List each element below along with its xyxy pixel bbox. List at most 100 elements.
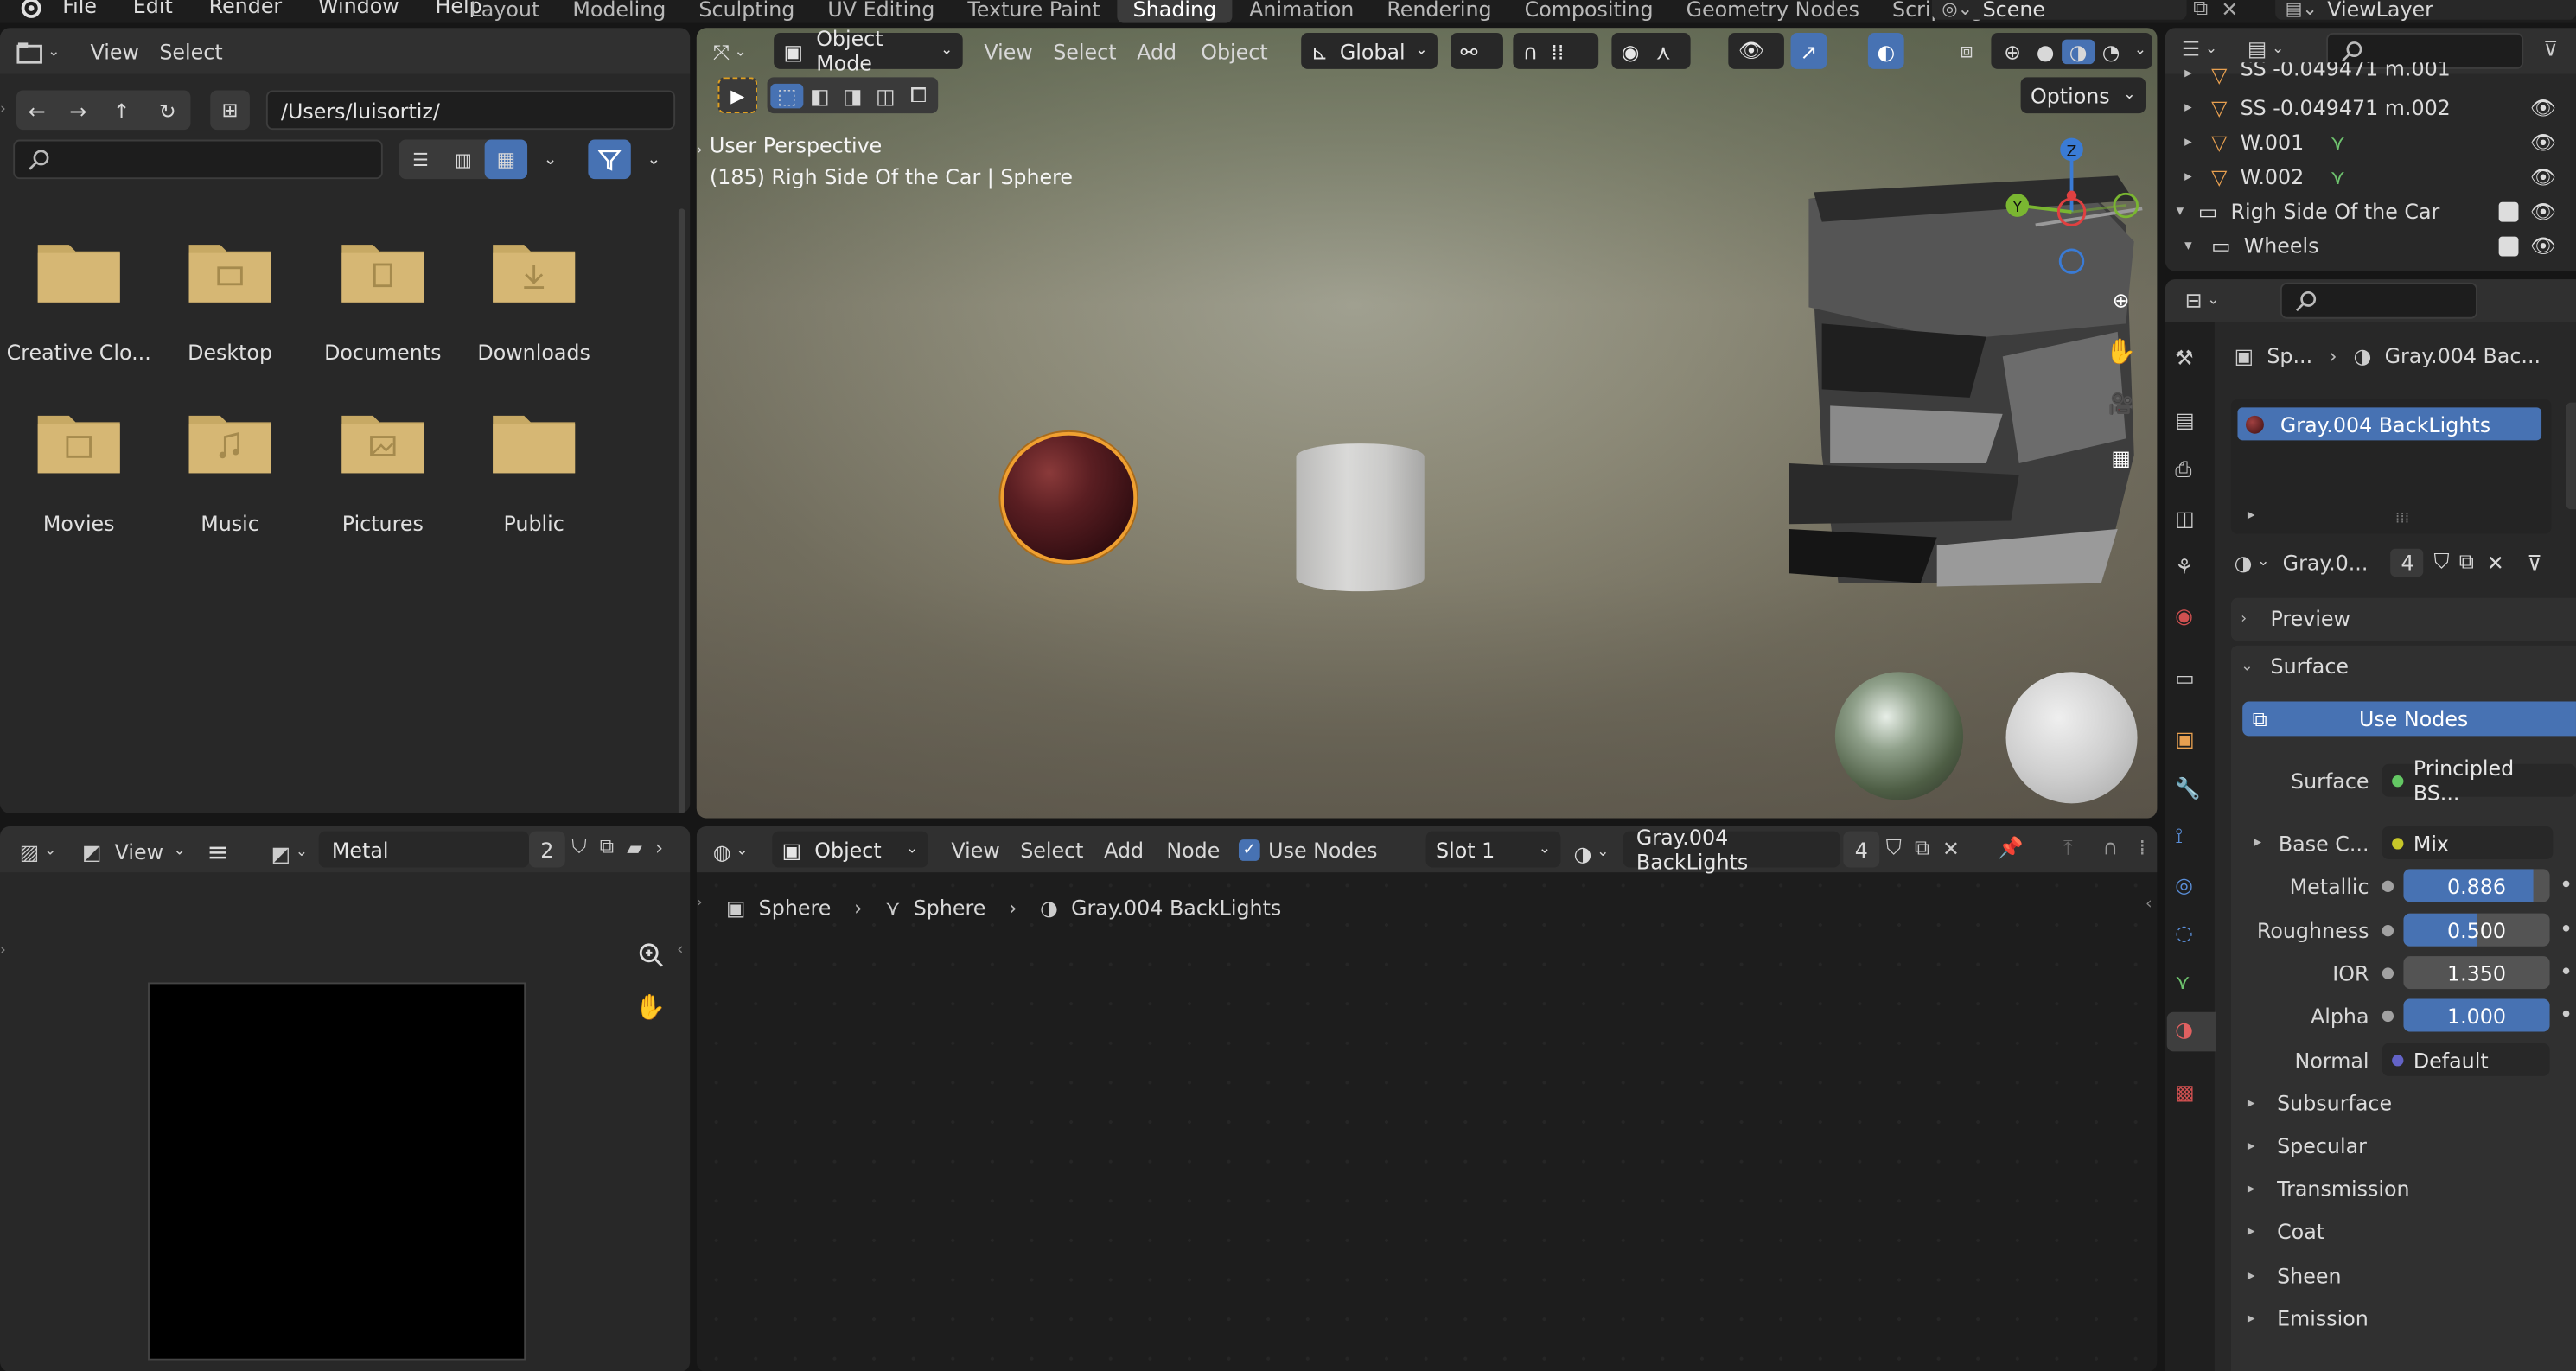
menu-file[interactable]: File	[62, 0, 97, 17]
properties-editor-type[interactable]: ⊟ ⌄	[2185, 288, 2220, 313]
ne-menu-add[interactable]: Add	[1104, 838, 1144, 863]
viewport-pan-button[interactable]: ✋	[2101, 332, 2141, 372]
hamburger-menu-icon[interactable]: ≡	[207, 836, 228, 867]
material-slot-dropdown[interactable]: Slot 1 ⌄	[1425, 831, 1561, 868]
world-tab-icon[interactable]: ◉	[2175, 603, 2204, 632]
vertical-list-button[interactable]: ☰	[399, 140, 442, 180]
texture-tab-icon[interactable]: ▩	[2175, 1080, 2204, 1109]
subsurface-subpanel[interactable]: ▸ Subsurface	[2248, 1091, 2392, 1116]
proportional-edit[interactable]: ◉ ⋏	[1611, 33, 1691, 69]
overlay-toggle[interactable]: ◐	[1867, 33, 1904, 69]
tool-tab-icon[interactable]: ⚒	[2175, 345, 2204, 374]
rendered-shading-icon[interactable]: ◔	[2095, 39, 2127, 64]
horizontal-list-button[interactable]: ▥	[442, 140, 484, 180]
fb-menu-select[interactable]: Select	[159, 40, 222, 65]
expand-arrow[interactable]: ▸	[2235, 834, 2274, 851]
object-tab-icon[interactable]: ▣	[2175, 726, 2204, 756]
node-grid-icon[interactable]: ⁞	[2139, 834, 2146, 859]
editor-type-button[interactable]: ⌄	[16, 36, 66, 69]
outliner-row[interactable]: ▸ ▽ SS -0.049471 m.001	[2165, 62, 2576, 86]
image-sidebar-arrow[interactable]: ‹	[677, 941, 684, 960]
zoom-button[interactable]	[631, 934, 671, 974]
menu-window[interactable]: Window	[318, 0, 399, 17]
outliner-row[interactable]: ▸ ▽ SS -0.049471 m.002 👁	[2165, 91, 2576, 125]
tab-layout[interactable]: Layout	[454, 0, 557, 23]
image-browse-button[interactable]: ◩ ⌄	[271, 834, 308, 870]
ior-field[interactable]: 1.350	[2403, 956, 2550, 990]
coat-subpanel[interactable]: ▸ Coat	[2248, 1219, 2324, 1244]
node-editor[interactable]: ◍ ⌄ ▣ Object ⌄ View Select Add Node ✓ Use…	[696, 826, 2158, 1371]
tab-animation[interactable]: Animation	[1233, 0, 1370, 23]
cylinder-object[interactable]	[1296, 443, 1425, 592]
select-tool-button[interactable]: ▶	[717, 77, 758, 114]
fb-menu-view[interactable]: View	[91, 40, 139, 65]
render-tab-icon[interactable]: ▤	[2175, 407, 2204, 437]
pan-button[interactable]: ✋	[631, 987, 671, 1027]
thumbnails-button[interactable]: ▦	[484, 139, 528, 180]
use-nodes-button[interactable]: ⧉ Use Nodes	[2242, 701, 2576, 737]
ne-menu-view[interactable]: View	[951, 838, 999, 863]
blender-logo-icon[interactable]	[16, 0, 42, 22]
display-mode-dropdown[interactable]: ▤ ⌄	[2248, 36, 2284, 61]
new-folder-button[interactable]: ⊞	[210, 90, 250, 131]
open-folder-icon[interactable]: ▰	[627, 835, 642, 858]
refresh-button[interactable]: ↻	[144, 91, 190, 131]
pin-icon[interactable]: 📌	[1998, 834, 2024, 860]
back-button[interactable]: ←	[16, 91, 58, 131]
viewport-editor-type[interactable]: ⤧ ⌄	[713, 35, 747, 71]
modifier-tab-icon[interactable]: 🔧	[2175, 775, 2204, 805]
new-scene-icon[interactable]: ⧉	[2193, 0, 2208, 22]
selected-sphere[interactable]	[1000, 431, 1138, 564]
node-toolbar-arrow[interactable]: ›	[697, 896, 703, 912]
viewport-zoom-button[interactable]: ⊕	[2101, 279, 2141, 319]
wireframe-shading-icon[interactable]: ⊕	[1996, 39, 2029, 64]
fake-user-shield-icon[interactable]: ⛉	[1886, 834, 1902, 860]
file-search-input[interactable]	[13, 139, 383, 180]
duplicate-icon[interactable]: ⧉	[2459, 549, 2474, 575]
menu-edit[interactable]: Edit	[133, 0, 173, 17]
view-mode-dropdown[interactable]: ◩ View ⌄	[82, 833, 186, 870]
outliner-row[interactable]: ▸ ▽ W.002 ⋎ 👁	[2165, 159, 2576, 194]
parent-node-tree-icon[interactable]: ⤒	[2063, 834, 2073, 860]
transmission-subpanel[interactable]: ▸ Transmission	[2248, 1177, 2410, 1202]
eye-icon[interactable]: 👁	[2530, 198, 2556, 224]
folder-item[interactable]: Creative Clo...	[3, 239, 155, 365]
material-users-count[interactable]: 4	[2391, 547, 2425, 577]
scene-tab-icon[interactable]: ⚘	[2175, 553, 2204, 583]
left-panel-collapse-arrow[interactable]: ›	[0, 102, 6, 118]
tab-texture-paint[interactable]: Texture Paint	[951, 0, 1116, 23]
collection-tab-icon[interactable]: ▭	[2175, 666, 2204, 695]
perspective-toggle-button[interactable]: ▦	[2101, 437, 2141, 477]
outliner-row[interactable]: ▾ ▭ Wheels 👁	[2165, 228, 2576, 263]
gizmo-toggle[interactable]: ↗	[1790, 33, 1827, 69]
outliner-editor-type[interactable]: ☰ ⌄	[2182, 36, 2217, 61]
toolbar-collapse-arrow[interactable]: ›	[0, 943, 6, 960]
pivot-dropdown[interactable]: ⚯	[1451, 33, 1503, 69]
slot-list-expand[interactable]: ▸	[2248, 507, 2255, 524]
properties-search-input[interactable]	[2280, 282, 2477, 319]
tab-geometry-nodes[interactable]: Geometry Nodes	[1670, 0, 1876, 23]
fake-user-shield-icon[interactable]: ⛉	[571, 834, 586, 859]
select-new-icon[interactable]: ⬚	[770, 82, 804, 108]
snap-node-icon[interactable]: ∩	[2103, 834, 2118, 859]
visibility-dropdown[interactable]: 👁	[1728, 33, 1784, 69]
folder-item[interactable]: Desktop	[155, 239, 306, 365]
folder-item[interactable]: Movies	[3, 409, 155, 536]
camera-view-button[interactable]: 🎥	[2101, 385, 2141, 424]
close-icon[interactable]: ✕	[1942, 835, 1960, 860]
vp-menu-select[interactable]: Select	[1053, 40, 1116, 65]
alpha-slider[interactable]: 1.000	[2403, 998, 2550, 1032]
image-name-field[interactable]: Metal	[318, 831, 529, 868]
filter-dropdown[interactable]: ⌄	[635, 140, 672, 180]
outliner-row[interactable]: ▸ ▽ W.001 ⋎ 👁	[2165, 124, 2576, 159]
emission-subpanel[interactable]: ▸ Emission	[2248, 1306, 2369, 1331]
folder-item[interactable]: Music	[155, 409, 306, 536]
vp-menu-object[interactable]: Object	[1201, 40, 1267, 65]
material-sphere-icon[interactable]: ◑	[2235, 550, 2253, 575]
material-browse-button[interactable]: ◑ ⌄	[1574, 834, 1610, 870]
folder-item[interactable]: Public	[458, 409, 609, 536]
snap-dropdown[interactable]: ∩ ⁞⁞	[1513, 33, 1599, 69]
eye-icon[interactable]: 👁	[2530, 233, 2556, 258]
navigation-gizmo[interactable]: Z Y	[1994, 130, 2142, 277]
view-layer-selector[interactable]: ▤⌄ ViewLayer	[2275, 0, 2576, 21]
